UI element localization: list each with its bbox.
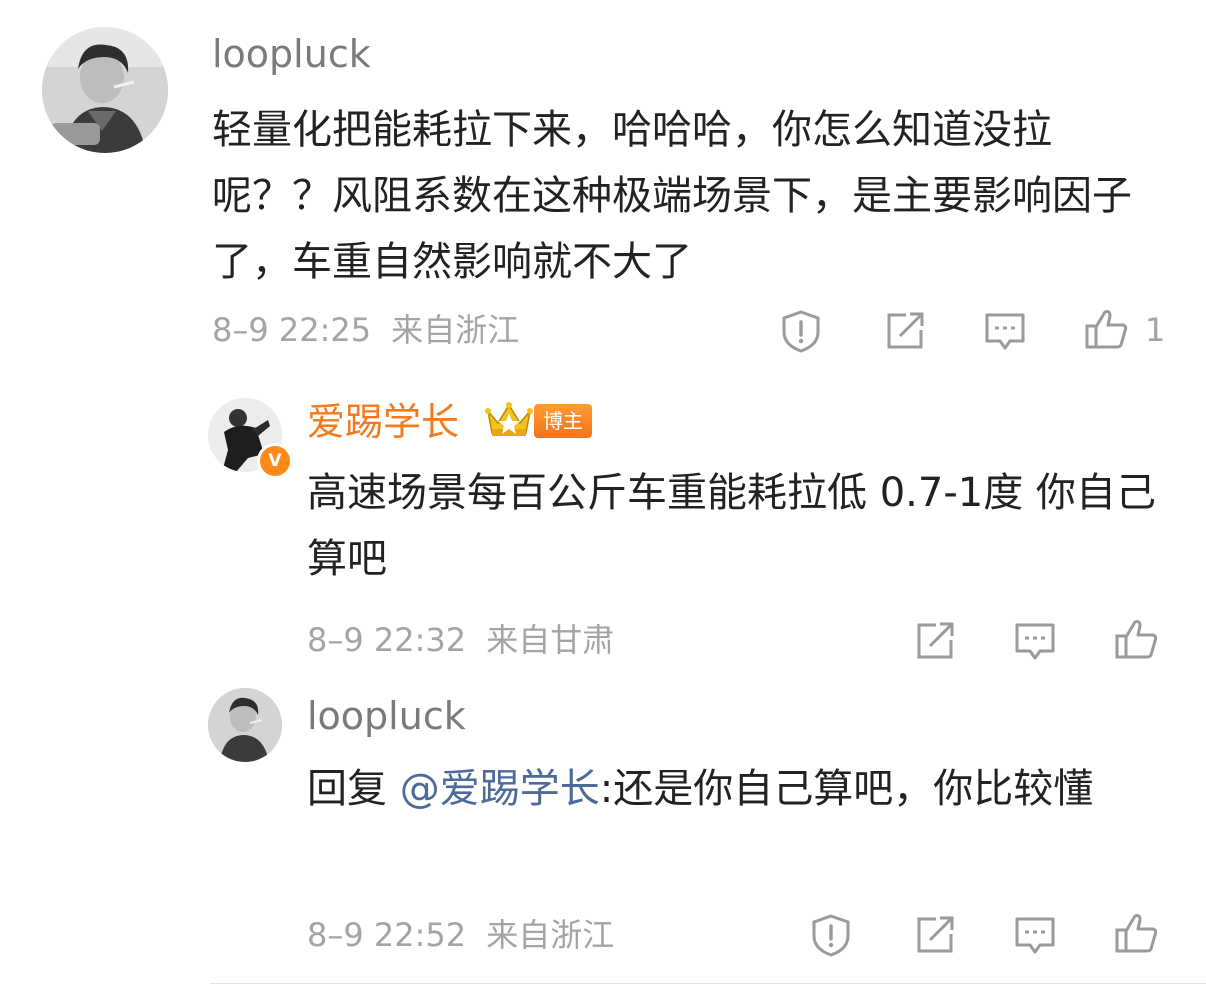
avatar-photo-icon [42, 27, 168, 153]
reply-meta: 8–9 22:32 来自甘肃 [307, 620, 614, 660]
reply-time: 8–9 22:32 [307, 621, 467, 659]
thumbs-up-icon[interactable] [1083, 306, 1129, 352]
like-count: 1 [1145, 311, 1166, 349]
verified-badge-icon: V [257, 443, 293, 479]
comment-meta: 8–9 22:25 来自浙江 [212, 310, 519, 350]
avatar[interactable] [42, 27, 168, 153]
reply-time: 8–9 22:52 [307, 916, 467, 954]
avatar-photo-icon [208, 688, 282, 762]
blogger-badge: 博主 [534, 404, 592, 438]
reply-body: :还是你自己算吧，你比较懂 [599, 766, 1094, 812]
share-icon[interactable] [912, 912, 958, 958]
comment-location: 来自浙江 [391, 311, 520, 349]
share-icon[interactable] [882, 308, 928, 354]
report-shield-icon[interactable] [808, 912, 854, 958]
share-icon[interactable] [912, 618, 958, 664]
reply-text: 高速场景每百公斤车重能耗拉低 0.7-1度 你自己算吧 [307, 470, 1156, 582]
mention-link[interactable]: @爱踢学长 [400, 766, 600, 812]
thumbs-up-icon[interactable] [1113, 910, 1159, 956]
comment-text: 轻量化把能耗拉下来，哈哈哈，你怎么知道没拉呢？？风阻系数在这种极端场景下，是主要… [212, 107, 1132, 285]
comment-username[interactable]: loopluck [212, 32, 371, 76]
comment-bubble-icon[interactable] [1012, 912, 1058, 958]
reply-text: 回复 @爱踢学长:还是你自己算吧，你比较懂 [307, 756, 1157, 822]
thumbs-up-icon[interactable] [1113, 616, 1159, 662]
divider [210, 983, 1206, 984]
reply-location: 来自甘肃 [486, 621, 615, 659]
comment-time: 8–9 22:25 [212, 311, 372, 349]
reply-username[interactable]: 爱踢学长 [307, 400, 459, 444]
avatar[interactable] [208, 688, 282, 762]
reply-location: 来自浙江 [486, 916, 615, 954]
reply-username[interactable]: loopluck [307, 694, 466, 738]
report-shield-icon[interactable] [778, 308, 824, 354]
comment-thread: loopluck 轻量化把能耗拉下来，哈哈哈，你怎么知道没拉呢？？风阻系数在这种… [0, 0, 1206, 989]
comment-bubble-icon[interactable] [1012, 618, 1058, 664]
reply-meta: 8–9 22:52 来自浙江 [307, 915, 614, 955]
comment-bubble-icon[interactable] [982, 308, 1028, 354]
reply-prefix: 回复 [307, 766, 400, 812]
crown-icon [485, 402, 533, 436]
